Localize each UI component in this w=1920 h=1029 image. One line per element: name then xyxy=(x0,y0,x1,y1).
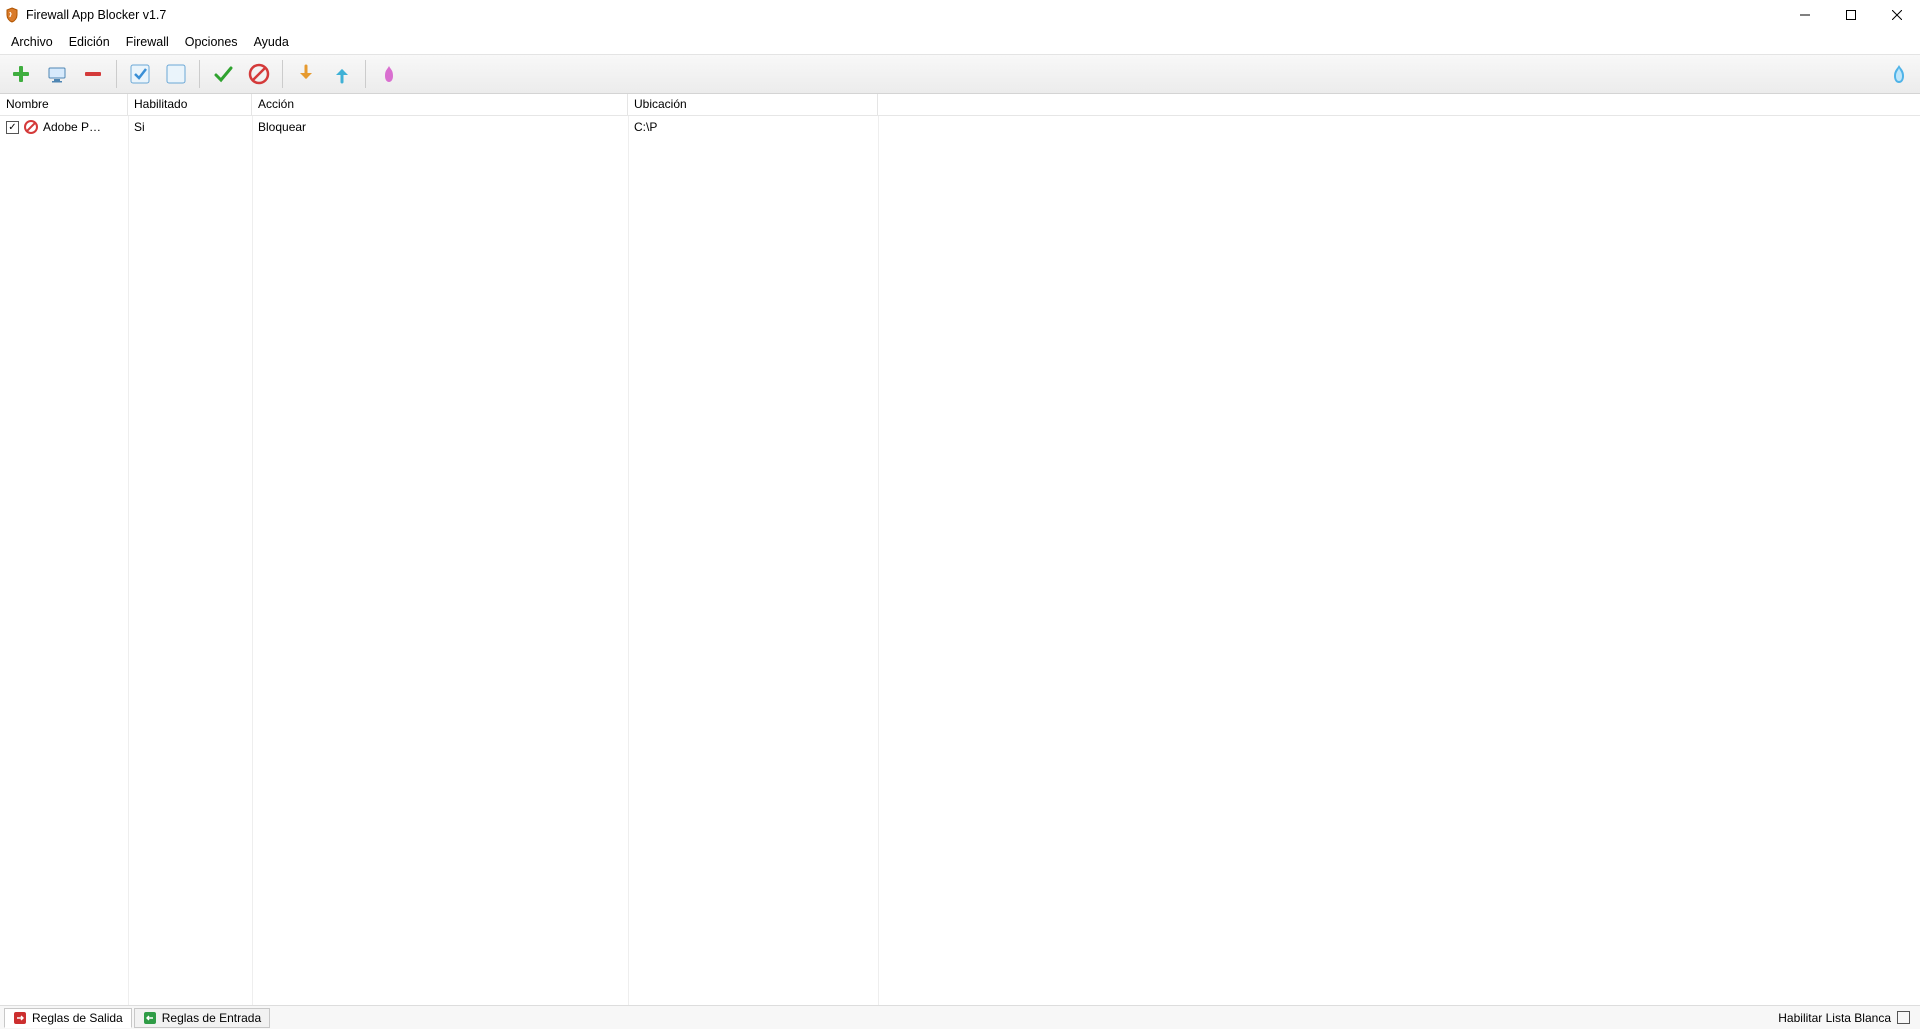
menubar: Archivo Edición Firewall Opciones Ayuda xyxy=(0,30,1920,54)
column-nombre[interactable]: Nombre xyxy=(0,94,128,115)
row-nombre: Adobe P… xyxy=(43,120,122,134)
table-row[interactable]: ✓ Adobe P… Si Bloquear C:\P xyxy=(0,116,1920,138)
list-body[interactable]: ✓ Adobe P… Si Bloquear C:\P xyxy=(0,116,1920,1005)
window-controls xyxy=(1782,0,1920,30)
import-button[interactable] xyxy=(289,57,323,91)
add-button[interactable] xyxy=(4,57,38,91)
remove-button[interactable] xyxy=(76,57,110,91)
tab-reglas-salida[interactable]: Reglas de Salida xyxy=(4,1008,132,1028)
close-button[interactable] xyxy=(1874,0,1920,30)
inbound-icon xyxy=(143,1011,157,1025)
tab-salida-label: Reglas de Salida xyxy=(32,1011,123,1025)
toolbar-separator xyxy=(116,60,117,88)
outbound-icon xyxy=(13,1011,27,1025)
whitelist-label: Habilitar Lista Blanca xyxy=(1778,1011,1891,1025)
toolbar-separator xyxy=(282,60,283,88)
row-habilitado: Si xyxy=(128,120,252,134)
menu-opciones[interactable]: Opciones xyxy=(178,33,245,51)
firewall-button[interactable] xyxy=(372,57,406,91)
row-accion: Bloquear xyxy=(252,120,628,134)
tab-entrada-label: Reglas de Entrada xyxy=(162,1011,261,1025)
add-process-button[interactable] xyxy=(40,57,74,91)
maximize-button[interactable] xyxy=(1828,0,1874,30)
row-checkbox[interactable]: ✓ xyxy=(6,121,19,134)
toolbar xyxy=(0,54,1920,94)
row-ubicacion: C:\P xyxy=(628,120,878,134)
column-accion[interactable]: Acción xyxy=(252,94,628,115)
about-icon[interactable] xyxy=(1882,57,1916,91)
blocked-icon xyxy=(23,119,39,135)
menu-edicion[interactable]: Edición xyxy=(62,33,117,51)
whitelist-toggle[interactable]: Habilitar Lista Blanca xyxy=(1778,1011,1916,1025)
column-ubicacion[interactable]: Ubicación xyxy=(628,94,878,115)
allow-button[interactable] xyxy=(206,57,240,91)
toolbar-separator xyxy=(199,60,200,88)
titlebar: Firewall App Blocker v1.7 xyxy=(0,0,1920,30)
statusbar: Reglas de Salida Reglas de Entrada Habil… xyxy=(0,1005,1920,1029)
app-icon xyxy=(4,7,20,23)
block-button[interactable] xyxy=(242,57,276,91)
toolbar-separator xyxy=(365,60,366,88)
list-header: Nombre Habilitado Acción Ubicación xyxy=(0,94,1920,116)
export-button[interactable] xyxy=(325,57,359,91)
minimize-button[interactable] xyxy=(1782,0,1828,30)
column-habilitado[interactable]: Habilitado xyxy=(128,94,252,115)
menu-firewall[interactable]: Firewall xyxy=(119,33,176,51)
menu-ayuda[interactable]: Ayuda xyxy=(247,33,296,51)
uncheck-all-button[interactable] xyxy=(159,57,193,91)
check-all-button[interactable] xyxy=(123,57,157,91)
whitelist-checkbox[interactable] xyxy=(1897,1011,1910,1024)
tab-reglas-entrada[interactable]: Reglas de Entrada xyxy=(134,1008,270,1028)
window-title: Firewall App Blocker v1.7 xyxy=(26,8,166,22)
menu-archivo[interactable]: Archivo xyxy=(4,33,60,51)
